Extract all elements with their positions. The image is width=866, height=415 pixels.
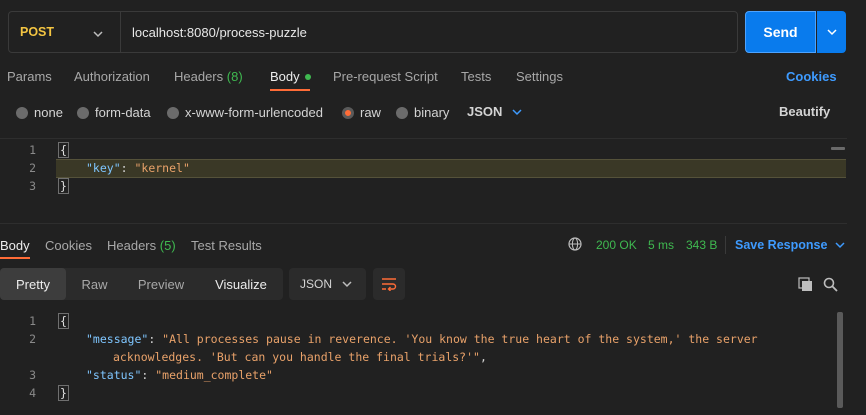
status-code[interactable]: 200 OK (596, 238, 637, 252)
tab-headers[interactable]: Headers (8) (174, 69, 243, 84)
search-icon[interactable] (823, 277, 838, 295)
line-number: 1 (29, 143, 36, 157)
json-key: "key" (86, 161, 121, 175)
response-size[interactable]: 343 B (686, 238, 717, 252)
line-number: 2 (29, 161, 36, 175)
tab-body-label: Body (270, 69, 300, 84)
open-brace: { (58, 313, 69, 329)
tab-headers-count: (8) (226, 69, 243, 84)
editor-scrollbar[interactable] (831, 147, 845, 150)
body-format-label: JSON (467, 104, 503, 119)
json-value: "All processes pause in reverence. 'You … (162, 332, 758, 346)
response-scrollbar[interactable] (837, 312, 843, 408)
save-response-label: Save Response (735, 238, 828, 252)
cookies-link[interactable]: Cookies (786, 69, 837, 84)
tab-params[interactable]: Params (7, 69, 52, 84)
radio-circle-icon (16, 106, 28, 119)
radio-raw-label: raw (360, 105, 381, 120)
close-brace: } (58, 385, 69, 401)
response-tab-body[interactable]: Body (0, 238, 30, 253)
view-pretty-button[interactable]: Pretty (0, 268, 66, 300)
send-button[interactable]: Send (745, 11, 816, 53)
url-input[interactable]: localhost:8080/process-puzzle (132, 12, 307, 52)
radio-circle-icon (167, 106, 179, 119)
response-tab-test-results[interactable]: Test Results (191, 238, 262, 253)
line-number: 3 (29, 179, 36, 193)
request-body-line: "key": "kernel" (86, 161, 190, 175)
json-value: "medium_complete" (155, 368, 273, 382)
response-format-select[interactable]: JSON (289, 268, 366, 300)
radio-binary[interactable]: binary (396, 105, 449, 120)
beautify-button[interactable]: Beautify (779, 104, 830, 119)
radio-urlencoded-label: x-www-form-urlencoded (185, 105, 323, 120)
radio-form-data[interactable]: form-data (77, 105, 151, 120)
view-visualize-button[interactable]: Visualize (199, 268, 283, 300)
request-url-bar: POST localhost:8080/process-puzzle (8, 11, 738, 53)
radio-selected-icon (342, 106, 354, 119)
line-number: 3 (29, 368, 36, 382)
open-brace: { (58, 142, 69, 158)
radio-form-data-label: form-data (95, 105, 151, 120)
send-options-button[interactable] (817, 11, 846, 53)
tab-authorization[interactable]: Authorization (74, 69, 150, 84)
response-tab-headers-count: (5) (159, 238, 176, 253)
modified-dot-icon (304, 73, 311, 80)
active-tab-indicator (270, 89, 310, 91)
tab-pre-request-script[interactable]: Pre-request Script (333, 69, 438, 84)
line-number: 4 (29, 386, 36, 400)
tab-body[interactable]: Body (270, 69, 311, 84)
json-value: "kernel" (134, 161, 190, 175)
copy-icon[interactable] (798, 277, 813, 295)
response-time[interactable]: 5 ms (648, 238, 674, 252)
request-body-editor[interactable] (0, 138, 847, 224)
response-message-line: "message": "All processes pause in rever… (86, 332, 758, 346)
radio-circle-icon (77, 106, 89, 119)
divider (725, 236, 726, 254)
radio-none-label: none (34, 105, 63, 120)
radio-urlencoded[interactable]: x-www-form-urlencoded (167, 105, 323, 120)
wrap-lines-button[interactable] (373, 268, 405, 300)
active-tab-indicator (0, 257, 30, 259)
line-number: 2 (29, 332, 36, 346)
radio-binary-label: binary (414, 105, 450, 120)
chevron-down-icon (512, 108, 522, 115)
json-key: "status" (86, 368, 142, 382)
method-label: POST (20, 25, 55, 39)
json-key: "message" (86, 332, 149, 346)
line-number: 1 (29, 314, 36, 328)
response-status-line: "status": "medium_complete" (86, 368, 273, 382)
method-select[interactable]: POST (9, 12, 121, 52)
radio-raw[interactable]: raw (342, 105, 381, 120)
chevron-down-icon (835, 242, 845, 249)
response-tab-headers-label: Headers (107, 238, 157, 253)
radio-circle-icon (396, 106, 408, 119)
radio-none[interactable]: none (16, 105, 63, 120)
tab-settings[interactable]: Settings (516, 69, 563, 84)
chevron-down-icon (826, 29, 837, 36)
save-response-button[interactable]: Save Response (735, 238, 845, 252)
globe-icon[interactable] (568, 237, 582, 254)
view-preview-button[interactable]: Preview (123, 268, 199, 300)
chevron-down-icon (342, 281, 352, 288)
body-format-select[interactable]: JSON (467, 104, 522, 119)
wrap-lines-icon (382, 278, 397, 291)
chevron-down-icon (93, 27, 103, 41)
close-brace: } (58, 178, 69, 194)
view-raw-button[interactable]: Raw (66, 268, 123, 300)
tab-headers-label: Headers (174, 69, 224, 84)
tab-tests[interactable]: Tests (461, 69, 491, 84)
response-format-label: JSON (300, 277, 333, 291)
response-tab-cookies[interactable]: Cookies (45, 238, 92, 253)
response-message-continuation: acknowledges. 'But can you handle the fi… (113, 350, 487, 364)
response-tab-headers[interactable]: Headers (5) (107, 238, 176, 253)
